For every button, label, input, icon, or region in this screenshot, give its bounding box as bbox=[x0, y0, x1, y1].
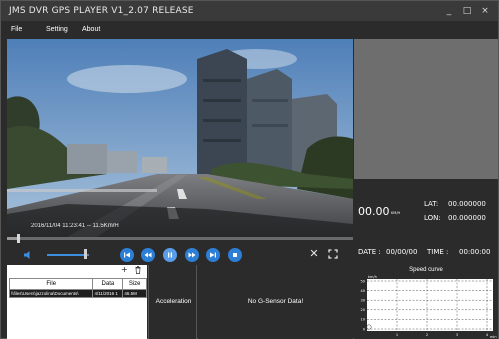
x-tick-label: 3 bbox=[456, 333, 458, 337]
latitude-label: LAT: bbox=[424, 200, 439, 208]
pause-icon bbox=[168, 252, 172, 258]
fullscreen-icon[interactable] bbox=[328, 249, 338, 259]
x-tick-label: 1 bbox=[396, 333, 398, 337]
menu-about[interactable]: About bbox=[82, 26, 100, 33]
file-date-cell: 4/11/2016 1 bbox=[92, 289, 124, 298]
menu-setting[interactable]: Setting bbox=[46, 26, 68, 33]
speed-curve-chart: 50 40 30 20 10 0 1 2 3 4 km/h min bbox=[361, 275, 497, 339]
y-tick-label: 40 bbox=[361, 289, 365, 293]
menu-file[interactable]: File bbox=[11, 26, 22, 33]
y-tick-label: 50 bbox=[361, 279, 365, 283]
date-label: DATE : bbox=[358, 248, 381, 256]
volume-level bbox=[47, 254, 85, 256]
volume-icon[interactable] bbox=[23, 250, 33, 260]
speed-value: 00.00 bbox=[358, 205, 390, 218]
plot-area bbox=[367, 279, 493, 331]
dashcam-frame bbox=[7, 39, 353, 237]
longitude-label: LON: bbox=[424, 214, 441, 222]
file-list-panel: + File Data Size \\files\Users\jazzolina… bbox=[7, 265, 147, 339]
volume-slider[interactable] bbox=[47, 249, 89, 259]
skip-next-button[interactable] bbox=[206, 248, 220, 262]
rewind-button[interactable] bbox=[141, 248, 155, 262]
x-tick-label: 2 bbox=[426, 333, 428, 337]
latitude-value: 00.000000 bbox=[448, 200, 486, 208]
file-list-toolbar: + bbox=[7, 265, 147, 275]
minimize-button[interactable]: _ bbox=[440, 1, 458, 21]
speed-unit: KM/H bbox=[391, 211, 401, 215]
column-data[interactable]: Data bbox=[92, 278, 124, 290]
playback-controls: ✕ bbox=[7, 245, 353, 265]
skip-next-icon bbox=[210, 252, 216, 258]
seek-handle[interactable] bbox=[17, 234, 21, 243]
seek-bar[interactable] bbox=[7, 234, 353, 243]
close-window-button[interactable]: × bbox=[476, 1, 494, 21]
y-tick-label: 10 bbox=[361, 318, 365, 322]
stop-icon bbox=[233, 253, 237, 257]
acceleration-panel: Acceleration bbox=[148, 265, 197, 339]
y-tick-label: 0 bbox=[363, 327, 365, 331]
file-path-cell: \\files\Users\jazzolina\Documents\ bbox=[8, 289, 94, 298]
map-view[interactable] bbox=[354, 39, 498, 179]
video-timestamp: 2016/11/04 11:23:41 -- 11.5Km/H bbox=[31, 223, 119, 229]
fast-forward-button[interactable] bbox=[185, 248, 199, 262]
table-row[interactable]: \\files\Users\jazzolina\Documents\ 4/11/… bbox=[8, 289, 147, 298]
gsensor-panel: No G-Sensor Data! bbox=[198, 265, 353, 339]
x-unit-label: min bbox=[490, 335, 497, 339]
y-tick-label: 30 bbox=[361, 299, 365, 303]
y-tick-label: 20 bbox=[361, 308, 365, 312]
longitude-value: 00.000000 bbox=[448, 214, 486, 222]
fast-forward-icon bbox=[188, 252, 196, 258]
gsensor-message: No G-Sensor Data! bbox=[247, 298, 304, 305]
file-table: File Data Size \\files\Users\jazzolina\D… bbox=[8, 278, 147, 298]
stop-button[interactable] bbox=[228, 248, 242, 262]
video-view[interactable] bbox=[7, 39, 353, 237]
maximize-button[interactable]: □ bbox=[458, 1, 476, 21]
player-window: JMS DVR GPS PLAYER V1_2.07 RELEASE _ □ ×… bbox=[0, 0, 499, 339]
time-label: TIME : bbox=[427, 248, 449, 256]
add-file-button[interactable]: + bbox=[121, 265, 128, 275]
delete-icon[interactable] bbox=[135, 266, 141, 274]
window-controls: _ □ × bbox=[440, 1, 494, 21]
title-bar: JMS DVR GPS PLAYER V1_2.07 RELEASE _ □ × bbox=[1, 1, 498, 21]
column-size[interactable]: Size bbox=[122, 278, 147, 290]
file-size-cell: 46.5M bbox=[122, 289, 147, 298]
pause-button[interactable] bbox=[163, 248, 177, 262]
y-unit-label: km/h bbox=[368, 275, 377, 279]
menu-bar: File Setting About bbox=[1, 21, 498, 37]
y-tick-labels: 50 40 30 20 10 0 bbox=[361, 279, 365, 331]
time-value: 00:00:00 bbox=[459, 248, 491, 256]
rewind-icon bbox=[144, 252, 152, 258]
date-value: 00/00/00 bbox=[386, 248, 418, 256]
x-tick-labels: 1 2 3 4 bbox=[396, 333, 489, 337]
x-tick-label: 4 bbox=[486, 333, 489, 337]
speed-curve-panel: Speed curve 50 40 30 20 10 0 1234 km/h min bbox=[354, 265, 498, 339]
skip-previous-button[interactable] bbox=[120, 248, 134, 262]
current-speed-marker bbox=[366, 324, 372, 330]
window-title: JMS DVR GPS PLAYER V1_2.07 RELEASE bbox=[9, 6, 194, 16]
close-icon[interactable]: ✕ bbox=[308, 248, 320, 260]
column-file[interactable]: File bbox=[8, 278, 94, 290]
acceleration-label: Acceleration bbox=[155, 298, 192, 305]
skip-previous-icon bbox=[124, 252, 130, 258]
seek-progress bbox=[7, 237, 18, 240]
volume-handle[interactable] bbox=[83, 249, 87, 259]
file-table-header: File Data Size bbox=[8, 278, 147, 290]
gps-info-panel: 00.00 KM/H LAT: 00.000000 LON: 00.000000… bbox=[354, 179, 498, 261]
